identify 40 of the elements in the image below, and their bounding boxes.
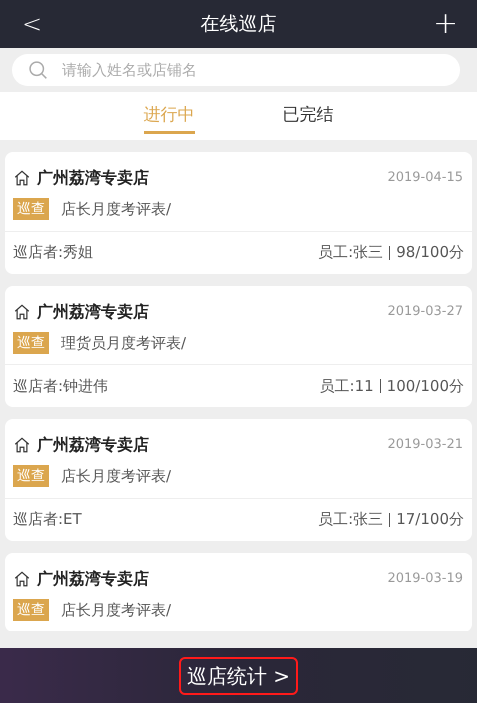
status-tab[interactable]: 已完结 (282, 98, 334, 134)
inspector-name: 巡店者:钟进伟 (13, 376, 108, 397)
staff-name: 员工:张三 (318, 242, 384, 264)
search-icon (28, 60, 48, 80)
staff-name: 员工:张三 (318, 509, 384, 530)
inspector-name: 巡店者:ET (13, 509, 82, 530)
record-date: 2019-04-15 (387, 169, 463, 188)
home-icon (13, 302, 31, 320)
record-card[interactable]: 广州荔湾专卖店 2019-03-27 巡查 理货员月度考评表/ 巡店者:钟进伟 员工:11 100/100分 (5, 286, 472, 407)
score: 100/100分 (386, 376, 464, 397)
store-name: 广州荔湾专卖店 (37, 568, 149, 590)
staff-name: 员工:11 (320, 376, 374, 397)
page-title: 在线巡店 (200, 12, 276, 37)
record-card[interactable]: 广州荔湾专卖店 2019-04-15 巡查 店长月度考评表/ 巡店者:秀姐 员工:张三 98/100分 (5, 152, 472, 274)
home-icon (13, 436, 31, 454)
store-name: 广州荔湾专卖店 (37, 167, 149, 189)
store-name: 广州荔湾专卖店 (37, 434, 149, 456)
form-name: 店长月度考评表/ (61, 466, 172, 487)
inspection-tag: 巡查 (13, 465, 49, 488)
home-icon (13, 169, 31, 187)
inspection-tag: 巡查 (13, 198, 49, 220)
record-card[interactable]: 广州荔湾专卖店 2019-03-19 巡查 店长月度考评表/ (5, 552, 472, 632)
back-button[interactable]: < (20, 6, 44, 42)
record-card[interactable]: 广州荔湾专卖店 2019-03-21 巡查 店长月度考评表/ 巡店者:ET 员工:张三 17/100分 (5, 419, 472, 540)
record-date: 2019-03-27 (387, 302, 463, 321)
home-icon (13, 570, 31, 588)
form-name: 店长月度考评表/ (61, 199, 172, 220)
add-button[interactable]: + (433, 9, 457, 39)
record-date: 2019-03-21 (387, 436, 463, 454)
store-name: 广州荔湾专卖店 (37, 300, 149, 322)
form-name: 理货员月度考评表/ (61, 332, 186, 354)
score: 98/100分 (396, 242, 464, 264)
record-date: 2019-03-19 (387, 570, 463, 588)
form-name: 店长月度考评表/ (61, 600, 172, 620)
inspection-tag: 巡查 (13, 332, 49, 354)
statistics-button[interactable]: 巡店统计 > (178, 656, 298, 694)
inspection-tag: 巡查 (13, 598, 49, 621)
score: 17/100分 (396, 509, 464, 530)
search-field[interactable]: 请输入姓名或店铺名 (12, 54, 460, 86)
inspector-name: 巡店者:秀姐 (13, 242, 94, 264)
